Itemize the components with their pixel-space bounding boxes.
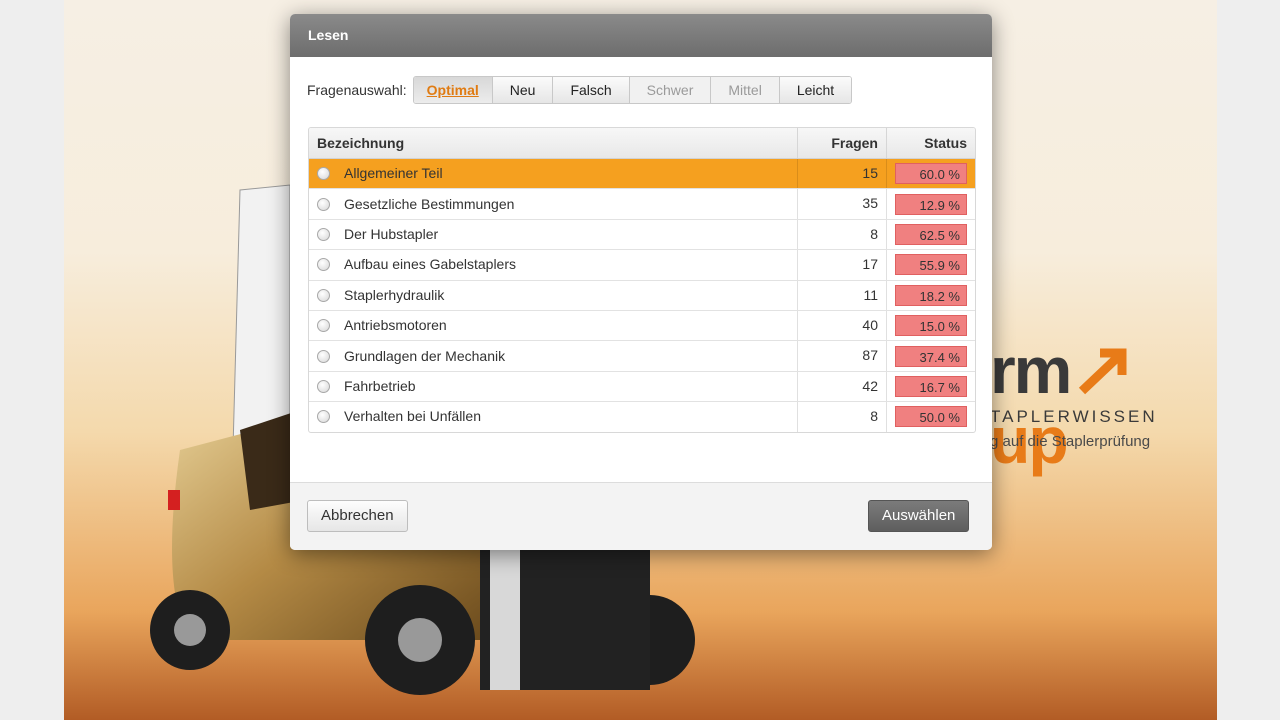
row-status: 15.0 % xyxy=(895,315,967,337)
select-button[interactable]: Auswählen xyxy=(868,500,970,532)
brand-tagline: g auf die Staplerprüfung xyxy=(990,433,1151,450)
filter-easy-button[interactable]: Leicht xyxy=(779,77,852,103)
row-name: Verhalten bei Unfällen xyxy=(344,408,481,425)
row-questions: 40 xyxy=(798,310,887,341)
dialog-footer: Abbrechen Auswählen xyxy=(290,482,992,550)
row-status-cell: 15.0 % xyxy=(887,311,975,340)
row-status: 18.2 % xyxy=(895,284,967,306)
table-row[interactable]: Fahrbetrieb 42 16.7 % xyxy=(309,371,975,403)
row-questions: 42 xyxy=(798,371,887,402)
row-status: 12.9 % xyxy=(895,193,967,215)
row-radio[interactable] xyxy=(317,379,330,393)
row-radio[interactable] xyxy=(317,167,330,181)
topics-table: Bezeichnung Fragen Status Allgemeiner Te… xyxy=(308,127,976,433)
brand-arrow-icon xyxy=(1078,348,1127,395)
row-name-cell: Grundlagen der Mechanik xyxy=(309,341,798,371)
row-name: Grundlagen der Mechanik xyxy=(344,347,506,364)
row-name: Antriebsmotoren xyxy=(344,317,447,334)
row-questions: 17 xyxy=(798,250,887,280)
row-radio[interactable] xyxy=(317,197,330,211)
row-status-cell: 37.4 % xyxy=(887,341,975,370)
brand-logo: rmup TAPLERWISSEN g auf die Staplerprüfu… xyxy=(990,335,1210,475)
left-margin xyxy=(0,0,64,720)
row-name: Fahrbetrieb xyxy=(344,377,416,394)
row-status-cell: 50.0 % xyxy=(887,402,975,431)
filter-optimal-button[interactable]: Optimal xyxy=(413,77,493,103)
row-questions: 15 xyxy=(798,159,887,189)
filter-label: Fragenauswahl: xyxy=(307,82,407,98)
row-questions: 35 xyxy=(798,189,887,219)
row-name: Allgemeiner Teil xyxy=(344,165,443,182)
row-name-cell: Allgemeiner Teil xyxy=(309,159,798,189)
row-radio[interactable] xyxy=(317,349,330,363)
row-status-cell: 55.9 % xyxy=(887,250,975,279)
row-status: 55.9 % xyxy=(895,254,967,276)
row-radio[interactable] xyxy=(317,288,330,302)
row-name-cell: Der Hubstapler xyxy=(309,219,798,250)
row-radio[interactable] xyxy=(317,227,330,241)
cancel-button[interactable]: Abbrechen xyxy=(307,500,408,532)
row-status-cell: 18.2 % xyxy=(887,281,975,310)
row-radio[interactable] xyxy=(317,319,330,333)
table-row[interactable]: Aufbau eines Gabelstaplers 17 55.9 % xyxy=(309,250,975,281)
row-name: Aufbau eines Gabelstaplers xyxy=(344,256,516,273)
table-row[interactable]: Gesetzliche Bestimmungen 35 12.9 % xyxy=(309,189,975,220)
row-name-cell: Verhalten bei Unfällen xyxy=(309,402,798,432)
row-name: Staplerhydraulik xyxy=(344,286,445,303)
table-row[interactable]: Der Hubstapler 8 62.5 % xyxy=(309,219,975,251)
row-status: 37.4 % xyxy=(895,345,967,367)
read-dialog: Lesen Fragenauswahl: Optimal Neu Falsch … xyxy=(290,14,992,550)
row-status: 50.0 % xyxy=(895,406,967,428)
filter-wrong-button[interactable]: Falsch xyxy=(553,77,630,103)
table-header: Bezeichnung Fragen Status xyxy=(309,128,975,159)
row-questions: 11 xyxy=(798,280,887,310)
row-name-cell: Aufbau eines Gabelstaplers xyxy=(309,250,798,280)
filter-medium-button: Mittel xyxy=(711,77,780,103)
table-row[interactable]: Staplerhydraulik 11 18.2 % xyxy=(309,280,975,311)
row-questions: 8 xyxy=(798,219,887,250)
row-name: Gesetzliche Bestimmungen xyxy=(344,195,515,212)
column-header-status[interactable]: Status xyxy=(887,128,975,158)
filter-segmented-control: Optimal Neu Falsch Schwer Mittel Leicht xyxy=(412,76,853,104)
brand-subtitle: TAPLERWISSEN xyxy=(990,407,1158,426)
table-row[interactable]: Antriebsmotoren 40 15.0 % xyxy=(309,310,975,342)
table-row[interactable]: Grundlagen der Mechanik 87 37.4 % xyxy=(309,341,975,372)
filter-new-button[interactable]: Neu xyxy=(492,77,554,103)
column-header-questions[interactable]: Fragen xyxy=(798,128,887,158)
column-header-name[interactable]: Bezeichnung xyxy=(309,128,798,158)
right-margin xyxy=(1217,0,1280,720)
row-status: 16.7 % xyxy=(895,375,967,397)
filter-hard-button: Schwer xyxy=(629,77,712,103)
row-name: Der Hubstapler xyxy=(344,225,439,242)
row-status: 62.5 % xyxy=(895,223,967,245)
row-status-cell: 12.9 % xyxy=(887,189,975,218)
row-radio[interactable] xyxy=(317,258,330,272)
table-row[interactable]: Verhalten bei Unfällen 8 50.0 % xyxy=(309,402,975,432)
question-filter: Fragenauswahl: Optimal Neu Falsch Schwer… xyxy=(307,76,853,104)
row-name-cell: Gesetzliche Bestimmungen xyxy=(309,189,798,219)
row-status-cell: 62.5 % xyxy=(887,220,975,249)
row-status-cell: 16.7 % xyxy=(887,372,975,401)
dialog-title: Lesen xyxy=(290,14,992,57)
table-body: Allgemeiner Teil 15 60.0 % Gesetzliche Best… xyxy=(309,159,975,432)
row-questions: 87 xyxy=(798,341,887,371)
row-status-cell: 60.0 % xyxy=(887,159,975,188)
row-name-cell: Staplerhydraulik xyxy=(309,280,798,310)
table-row[interactable]: Allgemeiner Teil 15 60.0 % xyxy=(309,159,975,190)
row-radio[interactable] xyxy=(317,410,330,424)
row-questions: 8 xyxy=(798,402,887,432)
row-name-cell: Antriebsmotoren xyxy=(309,310,798,341)
row-name-cell: Fahrbetrieb xyxy=(309,371,798,402)
row-status: 60.0 % xyxy=(895,163,967,185)
